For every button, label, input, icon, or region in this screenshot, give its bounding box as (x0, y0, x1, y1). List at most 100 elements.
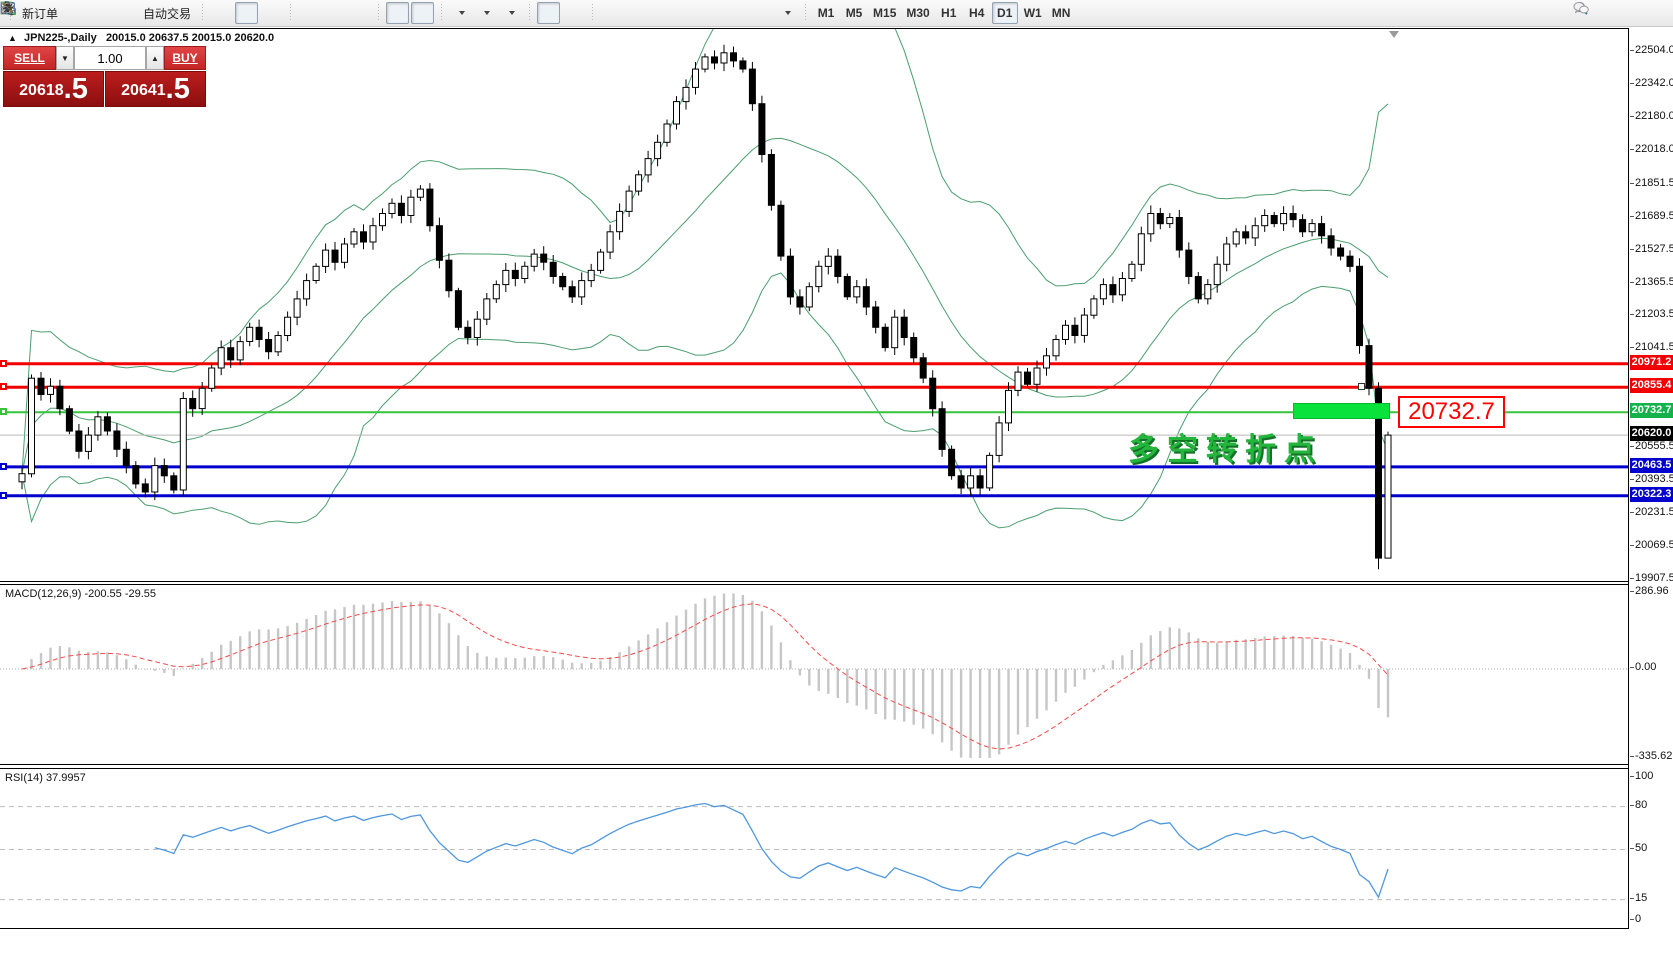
bar-chart-button[interactable] (210, 2, 233, 24)
annotation-text[interactable]: 多空转折点 (1128, 424, 1323, 469)
timeframe-m15-label: M15 (873, 6, 896, 20)
sell-button[interactable]: SELL (3, 46, 56, 70)
timeframe-m5[interactable]: M5 (841, 2, 867, 24)
text-button[interactable]: A (725, 2, 748, 24)
candlestick-button[interactable] (235, 2, 258, 24)
timeframe-h4-label: H4 (969, 6, 984, 20)
volume-increase-button[interactable]: ▲ (146, 46, 164, 70)
timeframe-h4[interactable]: H4 (964, 2, 990, 24)
price-tick-label: 21203.5 (1635, 308, 1673, 320)
new-order-button-label: 新订单 (22, 5, 58, 22)
vertical-line-button[interactable] (600, 2, 623, 24)
macd-tick-label: -335.62 (1635, 750, 1672, 762)
channel-button[interactable]: E (675, 2, 698, 24)
sell-price[interactable]: 20618.5 (3, 71, 104, 107)
arrows-icon (0, 0, 16, 16)
price-tick-label: 21851.5 (1635, 177, 1673, 189)
indicators-button[interactable] (449, 2, 472, 24)
timeframe-m1[interactable]: M1 (813, 2, 839, 24)
candles-series (19, 45, 1391, 570)
auto-scroll-button[interactable] (386, 2, 409, 24)
price-marker-box: 20971.2 (1630, 355, 1673, 370)
chevron-down-icon[interactable] (509, 11, 515, 15)
main-chart-panel[interactable]: ▲ JPN225-,Daily 20015.0 20637.5 20015.0 … (0, 28, 1628, 582)
chevron-down-icon[interactable] (785, 11, 791, 15)
periods-button[interactable] (474, 2, 497, 24)
price-tick-label: 20555.5 (1635, 440, 1673, 452)
terminal-window: 新订单 自动交易 EFAT M1M5 M15 M30 H1 H4 D1 W1 MN ▲ JPN225… (0, 0, 1673, 953)
price-tick-label: 22180.0 (1635, 110, 1673, 122)
collapse-marker-icon[interactable]: ▲ (8, 33, 17, 43)
hline-edge-handle[interactable] (0, 408, 7, 415)
hline-edge-handle[interactable] (0, 463, 7, 470)
price-tick-label: 22504.0 (1635, 44, 1673, 56)
line-chart-button[interactable] (260, 2, 283, 24)
price-tick-label: 20393.5 (1635, 473, 1673, 485)
price-tick-label: 19907.5 (1635, 572, 1673, 584)
timeframe-h1[interactable]: H1 (936, 2, 962, 24)
volume-input[interactable]: 1.00 (74, 46, 146, 70)
timeframe-mn[interactable]: MN (1048, 2, 1075, 24)
toolbar-grip (199, 4, 206, 22)
horizontal-line-button[interactable] (625, 2, 648, 24)
timeframe-mn-label: MN (1052, 6, 1071, 20)
highlight-rectangle[interactable] (1293, 403, 1390, 419)
rsi-value: 37.9957 (46, 772, 86, 784)
price-tick-label: 21689.5 (1635, 210, 1673, 222)
rsi-panel[interactable]: RSI(14) 37.9957 (0, 768, 1628, 929)
timeframe-d1-label: D1 (997, 6, 1012, 20)
price-marker-box: 20463.5 (1630, 458, 1673, 473)
arrows-button[interactable] (775, 2, 798, 24)
rsi-label: RSI(14) 37.9957 (5, 772, 86, 784)
timeframe-w1[interactable]: W1 (1020, 2, 1046, 24)
chart-shift-button[interactable] (411, 2, 434, 24)
signals-button[interactable] (114, 2, 137, 24)
price-axis[interactable]: 22504.022342.022180.022018.021851.521689… (1628, 28, 1673, 929)
rsi-canvas[interactable] (0, 769, 1628, 929)
price-callout-box[interactable]: 20732.7 (1398, 396, 1505, 428)
price-tick-label: 21527.5 (1635, 243, 1673, 255)
buy-price[interactable]: 20641.5 (105, 71, 206, 107)
label-button[interactable]: T (750, 2, 773, 24)
hline-edge-handle[interactable] (0, 492, 7, 499)
trendline-button[interactable] (650, 2, 673, 24)
volume-decrease-button[interactable]: ▼ (56, 46, 74, 70)
autotrading-button[interactable]: 自动交易 (139, 2, 195, 24)
toolbar-grip (375, 4, 382, 22)
fibonacci-button[interactable]: F (700, 2, 723, 24)
timeframe-d1[interactable]: D1 (992, 2, 1018, 24)
price-tick-label: 22018.0 (1635, 143, 1673, 155)
market-watch-button[interactable] (89, 2, 112, 24)
chevron-down-icon[interactable] (484, 11, 490, 15)
horizontal-level-lines[interactable] (0, 364, 1628, 496)
rsi-tick-label: 100 (1635, 770, 1653, 782)
new-order-button[interactable]: 新订单 (18, 2, 62, 24)
zoom-out-button[interactable] (323, 2, 346, 24)
chart-symbol-period: JPN225-,Daily (24, 32, 97, 44)
guide-button[interactable] (64, 2, 87, 24)
hline-edge-handle[interactable] (0, 360, 7, 367)
buy-button[interactable]: BUY (164, 46, 206, 70)
macd-tick-label: 0.00 (1635, 661, 1656, 673)
price-marker-box: 20855.4 (1630, 378, 1673, 393)
timeframe-m30[interactable]: M30 (902, 2, 933, 24)
chart-title: ▲ JPN225-,Daily 20015.0 20637.5 20015.0 … (8, 32, 274, 44)
templates-button[interactable] (499, 2, 522, 24)
timeframe-m15[interactable]: M15 (869, 2, 900, 24)
timeframe-h1-label: H1 (941, 6, 956, 20)
cursor-button[interactable] (537, 2, 560, 24)
chevron-down-icon[interactable] (459, 11, 465, 15)
hline-midpoint-handle[interactable] (1358, 383, 1365, 390)
macd-canvas[interactable] (0, 585, 1628, 765)
toolbar-grip (438, 4, 445, 22)
chat-button[interactable] (1609, 3, 1632, 25)
hline-edge-handle[interactable] (0, 383, 7, 390)
macd-histogram (22, 593, 1388, 758)
price-chart-canvas[interactable] (0, 29, 1628, 582)
crosshair-button[interactable] (562, 2, 585, 24)
chat-icon (1573, 0, 1589, 16)
macd-panel[interactable]: MACD(12,26,9) -200.55 -29.55 (0, 584, 1628, 765)
zoom-in-button[interactable] (298, 2, 321, 24)
tile-windows-button[interactable] (348, 2, 371, 24)
price-tick-label: 20231.5 (1635, 506, 1673, 518)
